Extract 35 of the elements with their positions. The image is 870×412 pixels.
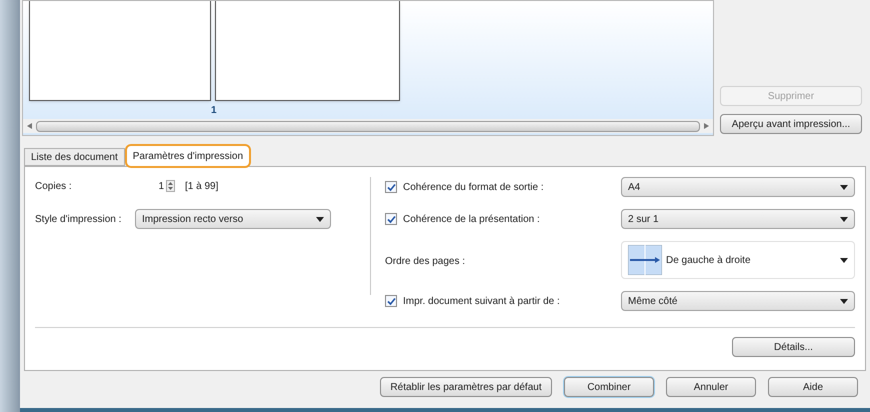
button[interactable]: Rétablir les paramètres par défaut xyxy=(380,377,552,397)
button[interactable]: Aperçu avant impression... xyxy=(720,114,862,134)
dropdown[interactable]: A4 xyxy=(621,177,855,197)
copies-spinner[interactable]: 1 xyxy=(135,178,175,194)
tab[interactable]: Liste des document xyxy=(24,148,125,166)
page-number: 1 xyxy=(211,104,217,118)
copies-label: Copies : xyxy=(35,180,73,194)
caret-icon xyxy=(840,298,848,304)
option-label: Cohérence du format de sortie : xyxy=(403,180,544,194)
copies-range: [1 à 99] xyxy=(185,180,218,194)
button[interactable]: Annuler xyxy=(666,377,756,397)
tab[interactable]: Paramètres d'impression xyxy=(124,144,252,168)
dropdown[interactable]: De gauche à droite xyxy=(621,241,855,279)
scroll-left-icon[interactable] xyxy=(27,123,32,129)
caret-icon xyxy=(840,184,848,190)
dropdown[interactable]: Même côté xyxy=(621,291,855,311)
caret-icon xyxy=(840,258,848,262)
spinner-arrows-icon[interactable] xyxy=(166,180,175,192)
dropdown[interactable]: Impression recto verso xyxy=(135,209,331,229)
dropdown[interactable]: 2 sur 1 xyxy=(621,209,855,229)
button[interactable]: Détails... xyxy=(732,337,855,357)
checkbox[interactable] xyxy=(385,295,397,307)
checkbox[interactable] xyxy=(385,181,397,193)
checkbox[interactable] xyxy=(385,213,397,225)
style-label: Style d'impression : xyxy=(35,212,122,226)
scroll-right-icon[interactable] xyxy=(704,123,709,129)
caret-icon xyxy=(316,216,324,222)
horizontal-scrollbar[interactable] xyxy=(23,119,713,133)
button[interactable]: Combiner xyxy=(564,377,654,397)
page-order-icon xyxy=(628,245,662,275)
caret-icon xyxy=(840,216,848,222)
option-label: Impr. document suivant à partir de : xyxy=(403,294,560,308)
button[interactable]: Aide xyxy=(768,377,858,397)
option-label: Cohérence de la présentation : xyxy=(403,212,540,226)
option-label: Ordre des pages : xyxy=(385,256,466,267)
